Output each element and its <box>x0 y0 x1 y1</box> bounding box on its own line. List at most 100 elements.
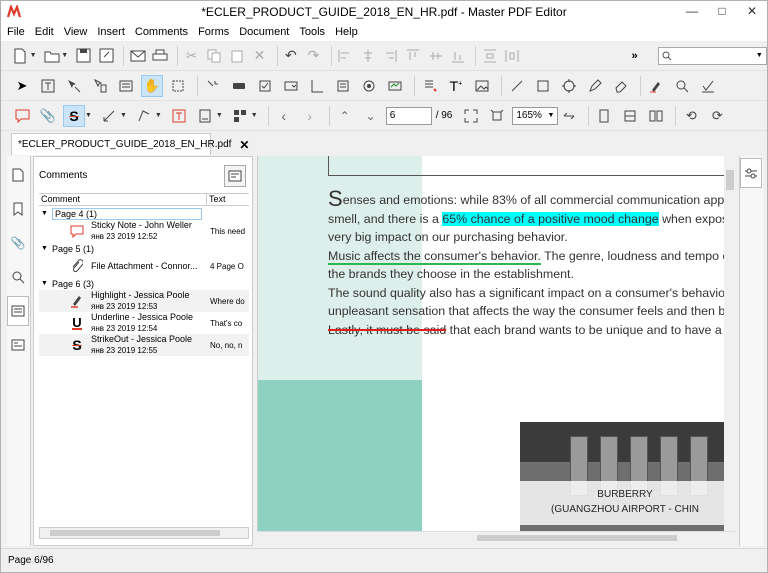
prev-view-button[interactable]: ‹ <box>273 105 295 127</box>
strikeout-text[interactable]: Lastly, it must be said <box>328 323 446 337</box>
comment-group[interactable]: ▼ Page 6 (3) <box>39 277 249 290</box>
radio-field-button[interactable] <box>358 75 380 97</box>
scrollbar-thumb[interactable] <box>50 530 220 536</box>
distribute-button[interactable] <box>480 45 499 67</box>
actual-size-button[interactable] <box>460 105 482 127</box>
menu-view[interactable]: View <box>64 26 88 38</box>
edit-text-button[interactable] <box>37 75 59 97</box>
measure-tool-button[interactable] <box>229 105 251 127</box>
list-item[interactable]: Sticky Note - John Weller янв 23 2019 12:… <box>39 220 249 242</box>
list-field-button[interactable] <box>306 75 328 97</box>
comments-horizontal-scrollbar[interactable] <box>39 527 249 539</box>
menu-edit[interactable]: Edit <box>35 26 54 38</box>
print-button[interactable] <box>151 45 170 67</box>
highlight-pen-button[interactable] <box>645 75 667 97</box>
scrollbar-thumb[interactable] <box>477 535 677 541</box>
save-as-button[interactable] <box>97 45 116 67</box>
line-button[interactable] <box>506 75 528 97</box>
prev-page-button[interactable]: ⌃ <box>334 105 356 127</box>
checkmark-button[interactable] <box>697 75 719 97</box>
fit-page-button[interactable] <box>486 105 508 127</box>
shape-button[interactable] <box>558 75 580 97</box>
highlighted-text[interactable]: 65% chance of a positive mood change <box>442 211 659 226</box>
align-middle-button[interactable] <box>426 45 445 67</box>
sticky-note-tool-button[interactable] <box>11 105 33 127</box>
list-item[interactable]: S StrikeOut - Jessica Poole янв 23 2019 1… <box>39 334 249 356</box>
align-left-button[interactable] <box>336 45 355 67</box>
signature-field-button[interactable] <box>384 75 406 97</box>
hand-tool-button[interactable]: ✋ <box>141 74 163 97</box>
align-center-button[interactable] <box>358 45 377 67</box>
undo-button[interactable]: ↶ <box>282 45 301 67</box>
two-page-button[interactable] <box>645 105 667 127</box>
combo-field-button[interactable] <box>280 75 302 97</box>
chevron-down-icon[interactable]: ▼ <box>41 210 48 217</box>
eraser-button[interactable] <box>610 75 632 97</box>
menu-insert[interactable]: Insert <box>97 26 125 38</box>
next-page-button[interactable]: ⌄ <box>360 105 382 127</box>
chevron-down-icon[interactable]: ▼ <box>251 112 258 119</box>
redo-button[interactable]: ↷ <box>304 45 323 67</box>
search-panel-button[interactable] <box>7 262 29 292</box>
single-page-button[interactable] <box>593 105 615 127</box>
menu-forms[interactable]: Forms <box>198 26 229 38</box>
menu-comments[interactable]: Comments <box>135 26 188 38</box>
button-field-button[interactable] <box>228 75 250 97</box>
comment-group[interactable]: ▼ Page 5 (1) <box>39 242 249 255</box>
page-number-input[interactable]: 6 <box>385 106 432 125</box>
chevron-down-icon[interactable]: ▼ <box>155 112 162 119</box>
email-button[interactable] <box>128 45 147 67</box>
marquee-zoom-button[interactable] <box>167 75 189 97</box>
chevron-down-icon[interactable]: ▼ <box>216 112 223 119</box>
column-comment[interactable]: Comment <box>39 194 207 205</box>
align-top-button[interactable] <box>404 45 423 67</box>
text-edit-button[interactable] <box>419 75 441 97</box>
list-item[interactable]: File Attachment - Connor... 4 Page O <box>39 255 249 277</box>
scrollbar-thumb[interactable] <box>726 170 734 190</box>
rectangle-button[interactable] <box>532 75 554 97</box>
document-viewer[interactable]: Senses and emotions: while 83% of all co… <box>257 156 724 531</box>
search-input[interactable]: ▼ <box>657 46 767 65</box>
edit-objects-button[interactable] <box>63 75 85 97</box>
paste-button[interactable] <box>228 45 247 67</box>
image-button[interactable] <box>471 75 493 97</box>
select-tool-button[interactable]: ➤ <box>11 75 33 97</box>
arrow-tool-button[interactable] <box>98 105 120 127</box>
strikeout-tool-button[interactable]: S <box>63 104 85 127</box>
cut-button[interactable]: ✂ <box>182 45 201 67</box>
edit-forms-button[interactable] <box>89 75 111 97</box>
delete-button[interactable]: ✕ <box>250 45 269 67</box>
radio-field-list-button[interactable] <box>332 75 354 97</box>
attachments-panel-button[interactable]: 📎 <box>7 228 29 258</box>
viewer-vertical-scrollbar[interactable] <box>724 156 736 531</box>
chevron-down-icon[interactable]: ▼ <box>120 112 127 119</box>
chevron-down-icon[interactable]: ▼ <box>756 52 763 59</box>
menu-tools[interactable]: Tools <box>299 26 325 38</box>
open-button[interactable] <box>43 45 62 67</box>
attachment-tool-button[interactable]: 📎 <box>37 105 59 127</box>
document-tab[interactable]: *ECLER_PRODUCT_GUIDE_2018_EN_HR.pdf ✕ <box>11 133 249 155</box>
chevron-down-icon[interactable]: ▼ <box>41 280 48 287</box>
insert-image-button[interactable] <box>202 75 224 97</box>
close-tab-icon[interactable]: ✕ <box>239 138 249 152</box>
find-button[interactable] <box>671 75 693 97</box>
fields-panel-button[interactable] <box>7 330 29 360</box>
pencil-button[interactable] <box>584 75 606 97</box>
minimize-button[interactable]: — <box>677 1 707 21</box>
typewriter-tool-button[interactable] <box>168 105 190 127</box>
menu-file[interactable]: File <box>7 26 25 38</box>
add-text-button[interactable]: T+ <box>445 75 467 97</box>
list-item[interactable]: Highlight - Jessica Poole янв 23 2019 12:… <box>39 290 249 312</box>
comment-group[interactable]: ▼ Page 4 (1) <box>39 207 249 220</box>
stamp-tool-button[interactable] <box>194 105 216 127</box>
close-window-button[interactable]: ✕ <box>737 1 767 21</box>
align-bottom-button[interactable] <box>449 45 468 67</box>
copy-button[interactable] <box>205 45 224 67</box>
chevron-down-icon[interactable]: ▼ <box>30 52 37 59</box>
comments-options-button[interactable] <box>224 165 246 187</box>
maximize-button[interactable]: □ <box>707 1 737 21</box>
underlined-text[interactable]: Music affects the consumer's behavior. <box>328 248 541 265</box>
more-tools-button[interactable]: » <box>625 45 644 67</box>
align-right-button[interactable] <box>381 45 400 67</box>
distribute-vertical-button[interactable] <box>503 45 522 67</box>
